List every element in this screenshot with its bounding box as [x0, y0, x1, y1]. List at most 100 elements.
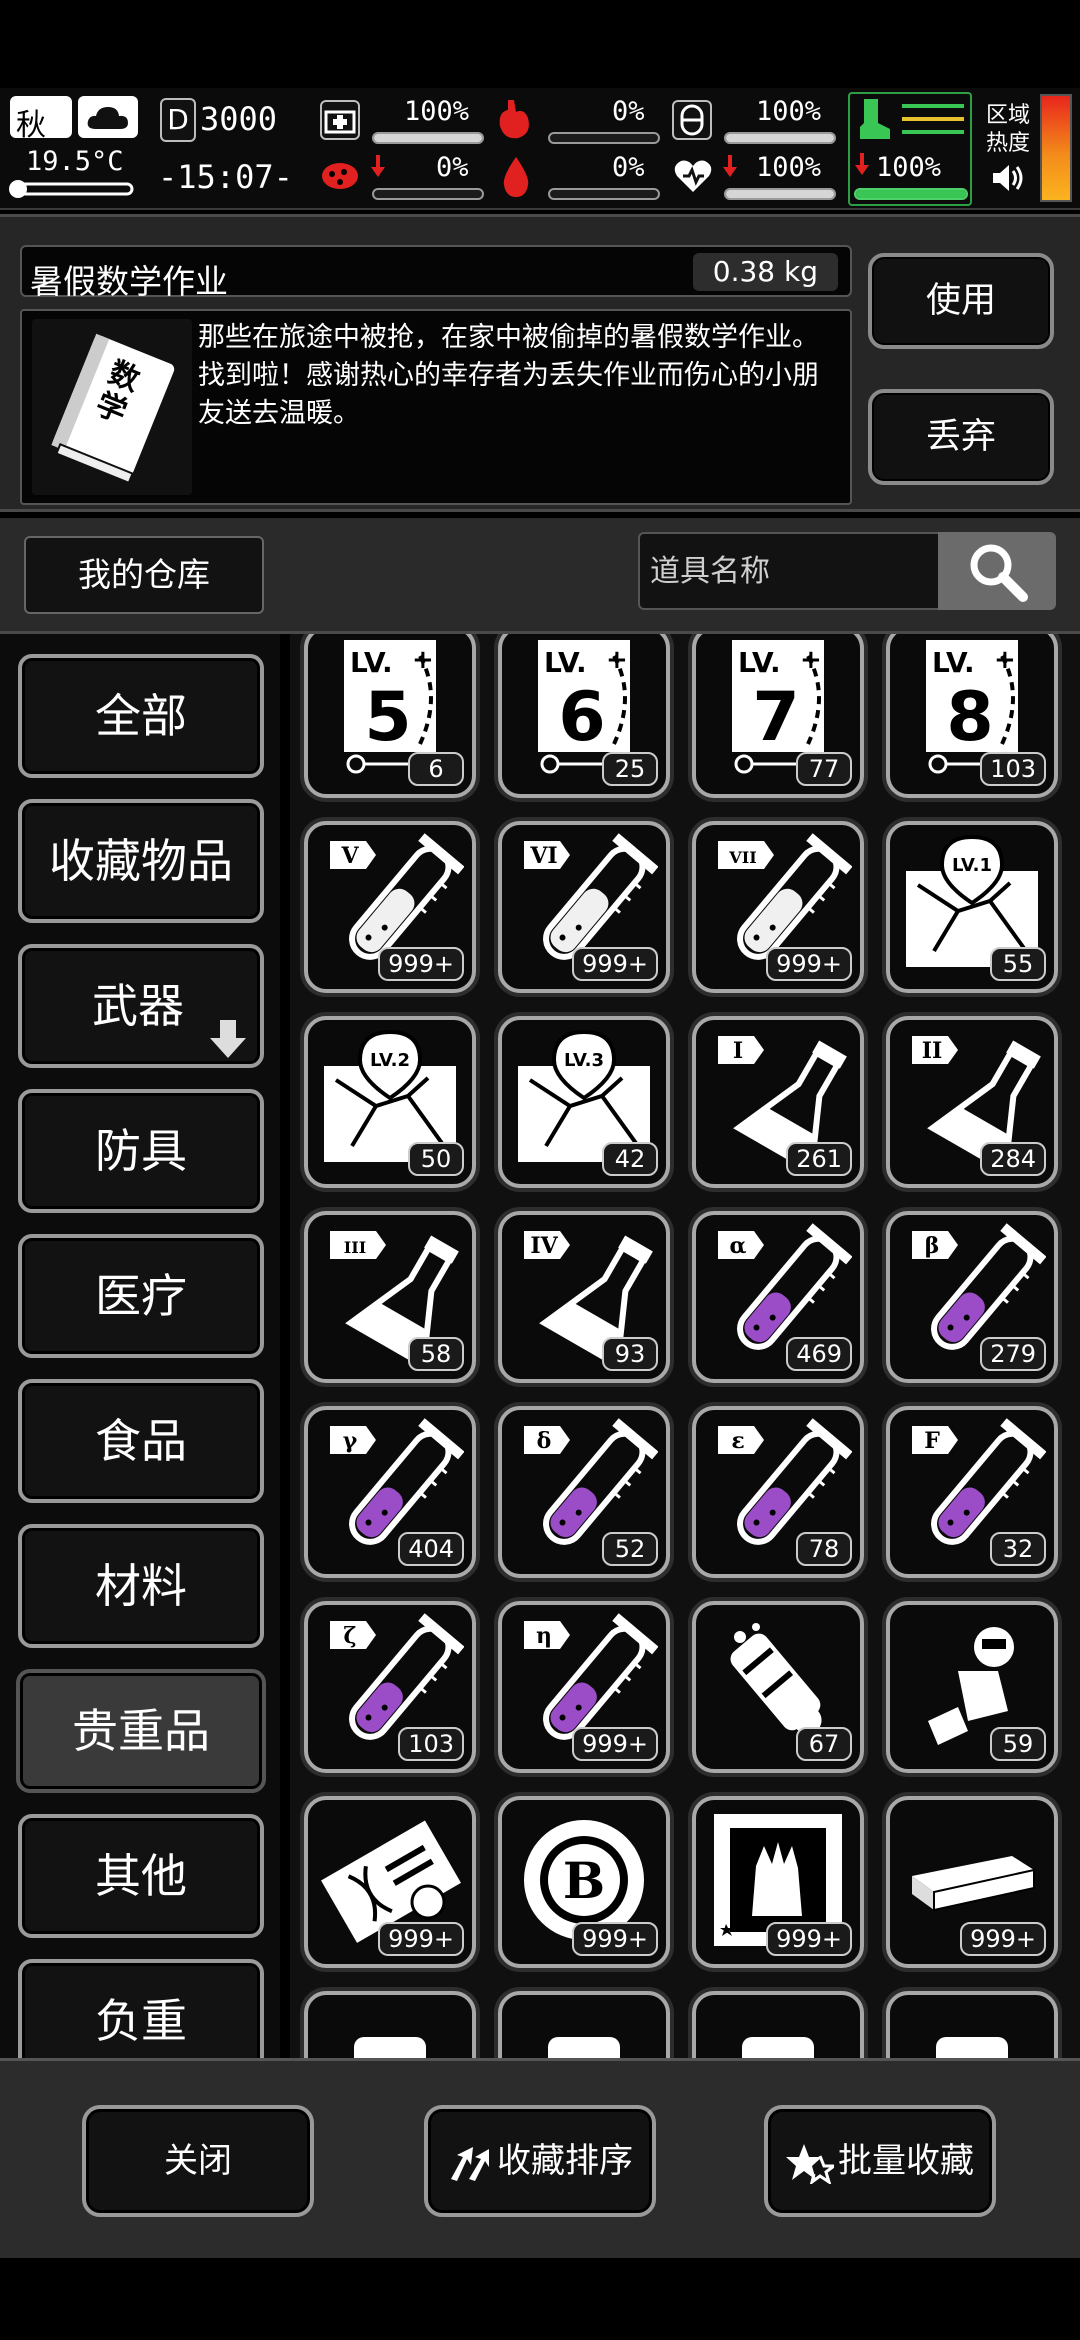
svg-text:ζ: ζ [343, 1623, 356, 1649]
item-quantity: 58 [408, 1337, 464, 1371]
item-tile[interactable]: LV.1 55 [886, 821, 1058, 993]
svg-text:α: α [730, 1233, 747, 1259]
mood-fill [726, 190, 834, 198]
sanity-value: 100% [756, 96, 822, 127]
expand-arrow-icon [210, 986, 246, 1102]
use-button[interactable]: 使用 [868, 253, 1054, 349]
item-tile[interactable]: β 279 [886, 1211, 1058, 1383]
item-quantity: 404 [398, 1532, 464, 1566]
item-tile[interactable]: LV. + 7 77 [692, 634, 864, 798]
item-tile[interactable]: I 261 [692, 1016, 864, 1188]
sanity-bar [724, 132, 836, 144]
infection-bar [372, 188, 484, 200]
sanity-fill [726, 134, 834, 142]
item-tile[interactable]: α 469 [692, 1211, 864, 1383]
item-tile[interactable]: 999+ [692, 1796, 864, 1968]
item-tile[interactable]: 999+ [304, 1796, 476, 1968]
category-sidebar: 全部收藏物品武器防具医疗食品材料贵重品其他负重 [0, 634, 280, 2058]
svg-text:B: B [563, 1851, 605, 1910]
category-button-2[interactable]: 武器 [18, 944, 264, 1068]
search-button[interactable] [938, 532, 1056, 610]
item-quantity: 999+ [960, 1922, 1046, 1956]
day-counter: 3000 [200, 100, 278, 138]
item-tile[interactable]: LV. + 6 25 [498, 634, 670, 798]
item-quantity: 77 [796, 752, 852, 786]
svg-text:LV.2: LV.2 [370, 1050, 410, 1071]
category-label: 医疗 [95, 1269, 187, 1323]
category-button-4[interactable]: 医疗 [18, 1234, 264, 1358]
warehouse-tab[interactable]: 我的仓库 [24, 536, 264, 614]
category-button-3[interactable]: 防具 [18, 1089, 264, 1213]
svg-text:8: 8 [946, 678, 993, 757]
sort-favorites-button[interactable]: 收藏排序 [424, 2105, 656, 2217]
category-button-5[interactable]: 食品 [18, 1379, 264, 1503]
item-tile[interactable]: LV. + 5 6 [304, 634, 476, 798]
category-label: 武器 [92, 979, 184, 1033]
category-label: 收藏物品 [49, 834, 233, 888]
status-bar: 秋 19.5°C D 3000 -15:07- 100% 0% 100% 0% … [0, 88, 1080, 210]
item-tile[interactable]: F 32 [886, 1406, 1058, 1578]
close-button[interactable]: 关闭 [82, 2105, 314, 2217]
svg-text:γ: γ [343, 1428, 358, 1454]
item-tile[interactable] [498, 1991, 670, 2058]
item-tile[interactable]: LV. + 8 103 [886, 634, 1058, 798]
item-tile[interactable] [886, 1991, 1058, 2058]
item-quantity: 469 [786, 1337, 852, 1371]
bleeding-value: 0% [612, 152, 645, 183]
category-label: 防具 [95, 1124, 187, 1178]
category-button-0[interactable]: 全部 [18, 654, 264, 778]
search-input[interactable] [638, 532, 938, 610]
svg-text:IV: IV [530, 1233, 558, 1259]
item-tile[interactable]: η 999+ [498, 1601, 670, 1773]
speaker-icon[interactable] [990, 160, 1026, 196]
vase-icon [510, 2001, 658, 2058]
item-tile[interactable]: V 999+ [304, 821, 476, 993]
item-quantity: 32 [990, 1532, 1046, 1566]
item-quantity: 103 [980, 752, 1046, 786]
discard-button[interactable]: 丢弃 [868, 389, 1054, 485]
item-tile[interactable]: 999+ [886, 1796, 1058, 1968]
svg-text:LV.3: LV.3 [564, 1050, 604, 1071]
cloud-icon [78, 96, 138, 138]
category-button-8[interactable]: 其他 [18, 1814, 264, 1938]
item-weight: 0.38 kg [692, 253, 838, 291]
item-tile[interactable]: IV 93 [498, 1211, 670, 1383]
item-tile[interactable]: B 999+ [498, 1796, 670, 1968]
boot-icon [854, 96, 894, 142]
virus-icon [318, 156, 362, 196]
svg-text:+: + [994, 645, 1016, 675]
item-tile[interactable]: ε 78 [692, 1406, 864, 1578]
down-arrow-icon [370, 154, 386, 178]
item-quantity: 999+ [572, 1727, 658, 1761]
svg-text:β: β [925, 1233, 940, 1259]
item-tile[interactable]: ζ 103 [304, 1601, 476, 1773]
item-tile[interactable]: III 58 [304, 1211, 476, 1383]
item-quantity: 42 [602, 1142, 658, 1176]
svg-text:LV.: LV. [350, 646, 393, 679]
item-tile[interactable]: LV.2 50 [304, 1016, 476, 1188]
category-button-1[interactable]: 收藏物品 [18, 799, 264, 923]
item-tile[interactable]: VI 999+ [498, 821, 670, 993]
category-button-6[interactable]: 材料 [18, 1524, 264, 1648]
item-tile[interactable]: VII 999+ [692, 821, 864, 993]
item-quantity: 55 [990, 947, 1046, 981]
hunger-bar [548, 132, 660, 144]
item-tile[interactable]: 59 [886, 1601, 1058, 1773]
batch-favorite-button[interactable]: 批量收藏 [764, 2105, 996, 2217]
category-button-9[interactable]: 负重 [18, 1959, 264, 2058]
svg-text:II: II [922, 1038, 943, 1064]
item-tile[interactable]: γ 404 [304, 1406, 476, 1578]
health-bar [372, 132, 484, 144]
item-tile[interactable]: δ 52 [498, 1406, 670, 1578]
svg-text:F: F [924, 1428, 940, 1454]
cash-bundle-icon [316, 2001, 464, 2058]
item-tile[interactable] [304, 1991, 476, 2058]
item-tile[interactable]: II 284 [886, 1016, 1058, 1188]
item-tile[interactable]: 67 [692, 1601, 864, 1773]
svg-text:+: + [606, 645, 628, 675]
category-button-7[interactable]: 贵重品 [16, 1669, 266, 1793]
item-tile[interactable]: LV.3 42 [498, 1016, 670, 1188]
day-icon: D [160, 98, 196, 142]
item-tile[interactable] [692, 1991, 864, 2058]
temperature-readout: 19.5°C [26, 146, 124, 177]
